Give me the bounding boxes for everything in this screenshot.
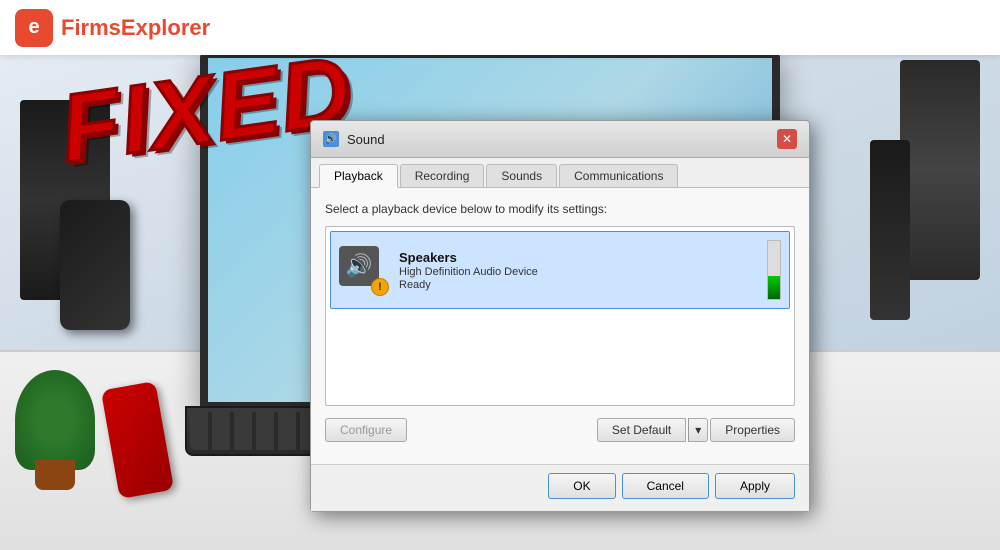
device-name: Speakers [399, 250, 755, 265]
tab-sounds[interactable]: Sounds [486, 164, 557, 187]
logo-icon: e [15, 9, 53, 47]
device-icon-wrapper: 🔊 ! [339, 246, 387, 294]
button-row-controls: Configure Set Default ▾ Properties [325, 418, 795, 442]
set-default-arrow-button[interactable]: ▾ [688, 418, 708, 442]
speaker-stand-right [870, 140, 910, 320]
volume-fill [768, 276, 780, 299]
device-type: High Definition Audio Device [399, 266, 755, 278]
dialog-titlebar: 🔊 Sound ✕ [311, 121, 809, 158]
tab-communications[interactable]: Communications [559, 164, 678, 187]
sound-icon: 🔊 [323, 131, 339, 147]
plant [15, 370, 95, 470]
logo-text: FirmsExplorer [61, 15, 210, 41]
dialog-tabs: Playback Recording Sounds Communications [311, 158, 809, 187]
device-left [60, 200, 130, 330]
tab-playback[interactable]: Playback [319, 164, 398, 188]
dialog-action-buttons: OK Cancel Apply [311, 464, 809, 511]
tab-recording[interactable]: Recording [400, 164, 485, 187]
device-list: 🔊 ! Speakers High Definition Audio Devic… [325, 226, 795, 406]
dialog-content: Select a playback device below to modify… [311, 187, 809, 464]
device-item-speakers[interactable]: 🔊 ! Speakers High Definition Audio Devic… [330, 231, 790, 309]
cancel-button[interactable]: Cancel [622, 473, 709, 499]
logo-bar: e FirmsExplorer [0, 0, 1000, 55]
apply-button[interactable]: Apply [715, 473, 795, 499]
speaker-right [900, 60, 980, 280]
dialog-title-text: Sound [347, 132, 385, 147]
set-default-button[interactable]: Set Default [597, 418, 686, 442]
configure-button[interactable]: Configure [325, 418, 407, 442]
volume-bar [767, 240, 781, 300]
right-buttons: Set Default ▾ Properties [597, 418, 795, 442]
properties-button[interactable]: Properties [710, 418, 795, 442]
device-info: Speakers High Definition Audio Device Re… [399, 250, 755, 291]
ok-button[interactable]: OK [548, 473, 615, 499]
close-button[interactable]: ✕ [777, 129, 797, 149]
dialog-title-left: 🔊 Sound [323, 131, 385, 147]
dialog-instruction: Select a playback device below to modify… [325, 202, 795, 216]
warning-badge: ! [371, 278, 389, 296]
device-status: Ready [399, 279, 755, 291]
sound-dialog: 🔊 Sound ✕ Playback Recording Sounds Comm… [310, 120, 810, 512]
plant-pot [35, 460, 75, 490]
